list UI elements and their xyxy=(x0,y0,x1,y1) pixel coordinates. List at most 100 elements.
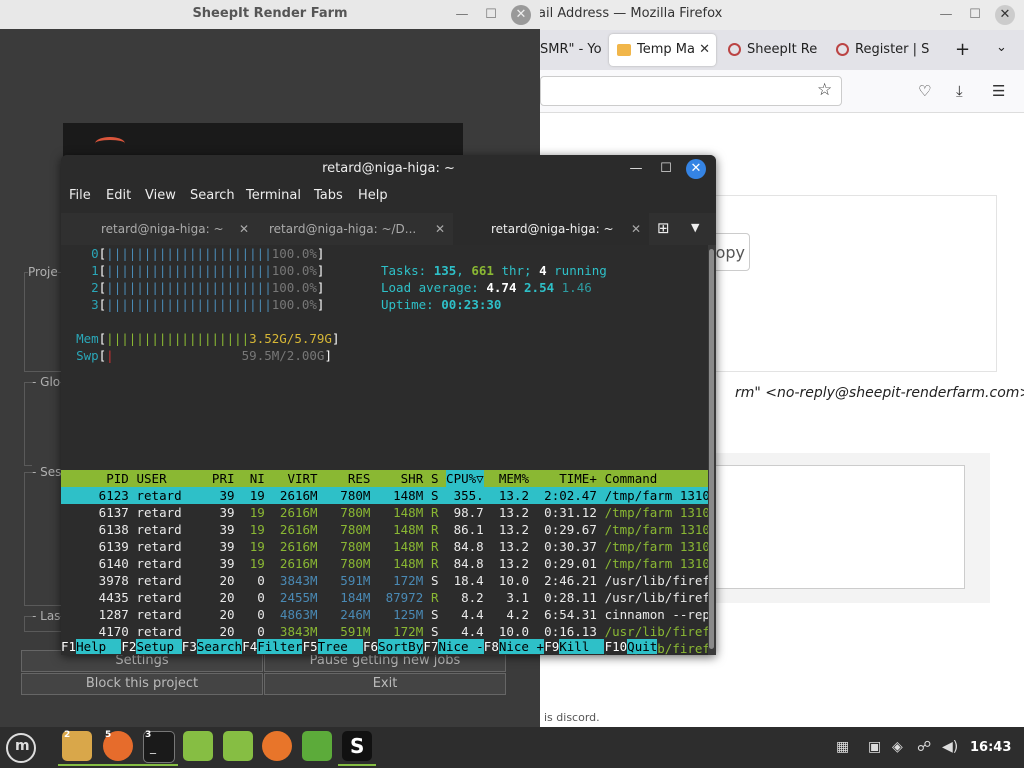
firefox-tab-3[interactable]: Register | S xyxy=(828,34,934,66)
cell-s: S xyxy=(430,573,439,588)
shield-tray-icon[interactable]: ◈ xyxy=(892,739,903,755)
download-icon[interactable]: ⤓ xyxy=(956,82,963,100)
exit-button[interactable]: Exit xyxy=(264,673,506,695)
hamburger-menu-icon[interactable]: ☰ xyxy=(992,82,1005,100)
fkey-f5[interactable]: F5Tree xyxy=(302,638,363,655)
tab-list-chevron-icon[interactable]: ⌄ xyxy=(996,40,1007,55)
last-group-label: - Las xyxy=(32,609,61,623)
bookmark-star-icon[interactable]: ☆ xyxy=(817,80,832,100)
close-icon[interactable]: ✕ xyxy=(686,159,706,179)
column-header-pid[interactable]: PID xyxy=(76,470,129,487)
terminal-tab-1[interactable]: retard@niga-higa: ~/D... ✕ xyxy=(257,213,453,245)
column-header-cmd[interactable]: Command xyxy=(605,470,708,487)
close-icon[interactable]: ✕ xyxy=(511,5,531,25)
fkey-f2[interactable]: F2Setup xyxy=(121,638,182,655)
terminal-scrollbar[interactable] xyxy=(708,245,716,655)
fkey-label: SortBy xyxy=(378,639,424,654)
fkey-f9[interactable]: F9Kill xyxy=(544,638,605,655)
menu-search[interactable]: Search xyxy=(190,188,235,203)
volume-icon[interactable]: ◀) xyxy=(942,739,958,755)
close-icon[interactable]: ✕ xyxy=(995,5,1015,25)
process-row[interactable]: 6137 retard 39 19 2616M 780M 148M R 98.7 1… xyxy=(61,504,708,521)
fkey-label: Nice + xyxy=(498,639,545,654)
fkey-f4[interactable]: F4Filter xyxy=(242,638,303,655)
new-tab-icon[interactable]: ⊞ xyxy=(657,219,670,237)
column-header-shr[interactable]: SHR xyxy=(371,470,424,487)
process-row[interactable]: 6123 retard 39 19 2616M 780M 148M S 355. 1… xyxy=(61,487,708,504)
column-header-res[interactable]: RES xyxy=(325,470,371,487)
process-row[interactable]: 3978 retard 20 0 3843M 591M 172M S 18.4 10… xyxy=(61,572,708,589)
column-header-mem[interactable]: MEM% xyxy=(491,470,529,487)
cpu-meter-3: 3[||||||||||||||||||||||100.0%] xyxy=(61,296,324,313)
sheepit-app-icon[interactable]: S xyxy=(342,731,372,761)
column-header-time[interactable]: TIME+ xyxy=(537,470,597,487)
firefox-badge: 5 xyxy=(105,730,112,740)
clipboard-icon[interactable]: ▣ xyxy=(868,739,881,755)
blender-app-icon[interactable] xyxy=(262,731,292,761)
terminal-tab-0[interactable]: retard@niga-higa: ~ ✕ xyxy=(61,213,257,245)
terminal-window-title: retard@niga-higa: ~ xyxy=(322,161,455,176)
fkey-f6[interactable]: F6SortBy xyxy=(363,638,424,655)
tab-close-icon[interactable]: ✕ xyxy=(239,213,249,245)
fkey-f8[interactable]: F8Nice + xyxy=(483,638,545,655)
scrollbar-thumb[interactable] xyxy=(709,249,714,649)
shield-app-icon[interactable] xyxy=(302,731,332,761)
maximize-icon[interactable]: ☐ xyxy=(481,5,501,25)
cell-res: 780M xyxy=(325,522,371,537)
column-header-ni[interactable]: NI xyxy=(235,470,265,487)
process-row[interactable]: 1287 retard 20 0 4863M 246M 125M S 4.4 4.2… xyxy=(61,606,708,623)
process-row[interactable]: 6139 retard 39 19 2616M 780M 148M R 84.8 1… xyxy=(61,538,708,555)
fkey-f1[interactable]: F1Help xyxy=(61,638,122,655)
fkey-f3[interactable]: F3Search xyxy=(181,638,243,655)
pocket-icon[interactable]: ♡ xyxy=(918,82,931,100)
calculator-app-icon[interactable] xyxy=(223,731,253,761)
cpu-meter-2: 2[||||||||||||||||||||||100.0%] xyxy=(61,279,324,296)
minimize-icon[interactable]: — xyxy=(936,5,956,25)
column-header-s[interactable]: S xyxy=(431,470,439,487)
column-header-virt[interactable]: VIRT xyxy=(272,470,317,487)
minimize-icon[interactable]: — xyxy=(626,159,646,179)
terminal-titlebar: retard@niga-higa: ~ — ☐ ✕ xyxy=(61,155,716,183)
firefox-tab-1[interactable]: Temp Ma ✕ xyxy=(609,34,716,66)
menu-tabs[interactable]: Tabs xyxy=(314,188,343,203)
maximize-icon[interactable]: ☐ xyxy=(656,159,676,179)
firefox-tab-2[interactable]: SheepIt Re xyxy=(720,34,820,66)
tab-close-icon[interactable]: ✕ xyxy=(699,34,710,66)
firefox-tab-0[interactable]: SMR" - Yo xyxy=(540,34,606,66)
column-header-pri[interactable]: PRI xyxy=(189,470,235,487)
cell-shr: 148M xyxy=(370,539,424,554)
cell-shr: 172M xyxy=(370,573,424,588)
terminal-tab-2[interactable]: retard@niga-higa: ~ ✕ xyxy=(453,213,649,245)
network-icon[interactable]: ☍ xyxy=(917,739,931,755)
minimize-icon[interactable]: — xyxy=(452,5,472,25)
url-bar[interactable]: ☆ xyxy=(540,76,842,106)
block-project-button[interactable]: Block this project xyxy=(21,673,263,695)
menu-help[interactable]: Help xyxy=(358,188,388,203)
clock[interactable]: 16:43 xyxy=(970,740,1011,755)
menu-terminal[interactable]: Terminal xyxy=(246,188,301,203)
mint-menu-icon[interactable]: m xyxy=(6,733,36,763)
cell-cmd: /tmp/farm 13105 xyxy=(604,505,708,520)
process-row[interactable]: 4435 retard 20 0 2455M 184M 87972 R 8.2 3.… xyxy=(61,589,708,606)
cell-time: 0:31.12 xyxy=(536,505,597,520)
color-squares-icon[interactable]: ▦ xyxy=(836,739,849,755)
column-header-cpu[interactable]: CPU%▽ xyxy=(446,470,484,487)
column-header-user[interactable]: USER xyxy=(137,470,182,487)
taskbar: m 2 5 _ 3 S ▦ ▣ ◈ ☍ ◀) 16:43 xyxy=(0,727,1024,768)
tab-close-icon[interactable]: ✕ xyxy=(435,213,445,245)
menu-edit[interactable]: Edit xyxy=(106,188,131,203)
new-tab-plus-icon[interactable]: + xyxy=(955,39,970,60)
fkey-f10[interactable]: F10Quit xyxy=(604,638,658,655)
tab-list-chevron-icon[interactable]: ▼ xyxy=(691,221,699,234)
process-row[interactable]: 6140 retard 39 19 2616M 780M 148M R 84.8 1… xyxy=(61,555,708,572)
mintinstall-app-icon[interactable] xyxy=(183,731,213,761)
maximize-icon[interactable]: ☐ xyxy=(965,5,985,25)
tab-close-icon[interactable]: ✕ xyxy=(631,213,641,245)
process-row[interactable]: 6138 retard 39 19 2616M 780M 148M R 86.1 1… xyxy=(61,521,708,538)
fkey-f7[interactable]: F7Nice - xyxy=(423,638,484,655)
htop-screen[interactable]: 0[||||||||||||||||||||||100.0%] 1[||||||… xyxy=(61,245,708,655)
menu-view[interactable]: View xyxy=(145,188,176,203)
process-table-header[interactable]: PID USER PRI NI VIRT RES SHR S CPU%▽ MEM% T… xyxy=(61,470,708,487)
menu-file[interactable]: File xyxy=(69,188,91,203)
cell-cpu: 84.8 xyxy=(446,556,484,571)
